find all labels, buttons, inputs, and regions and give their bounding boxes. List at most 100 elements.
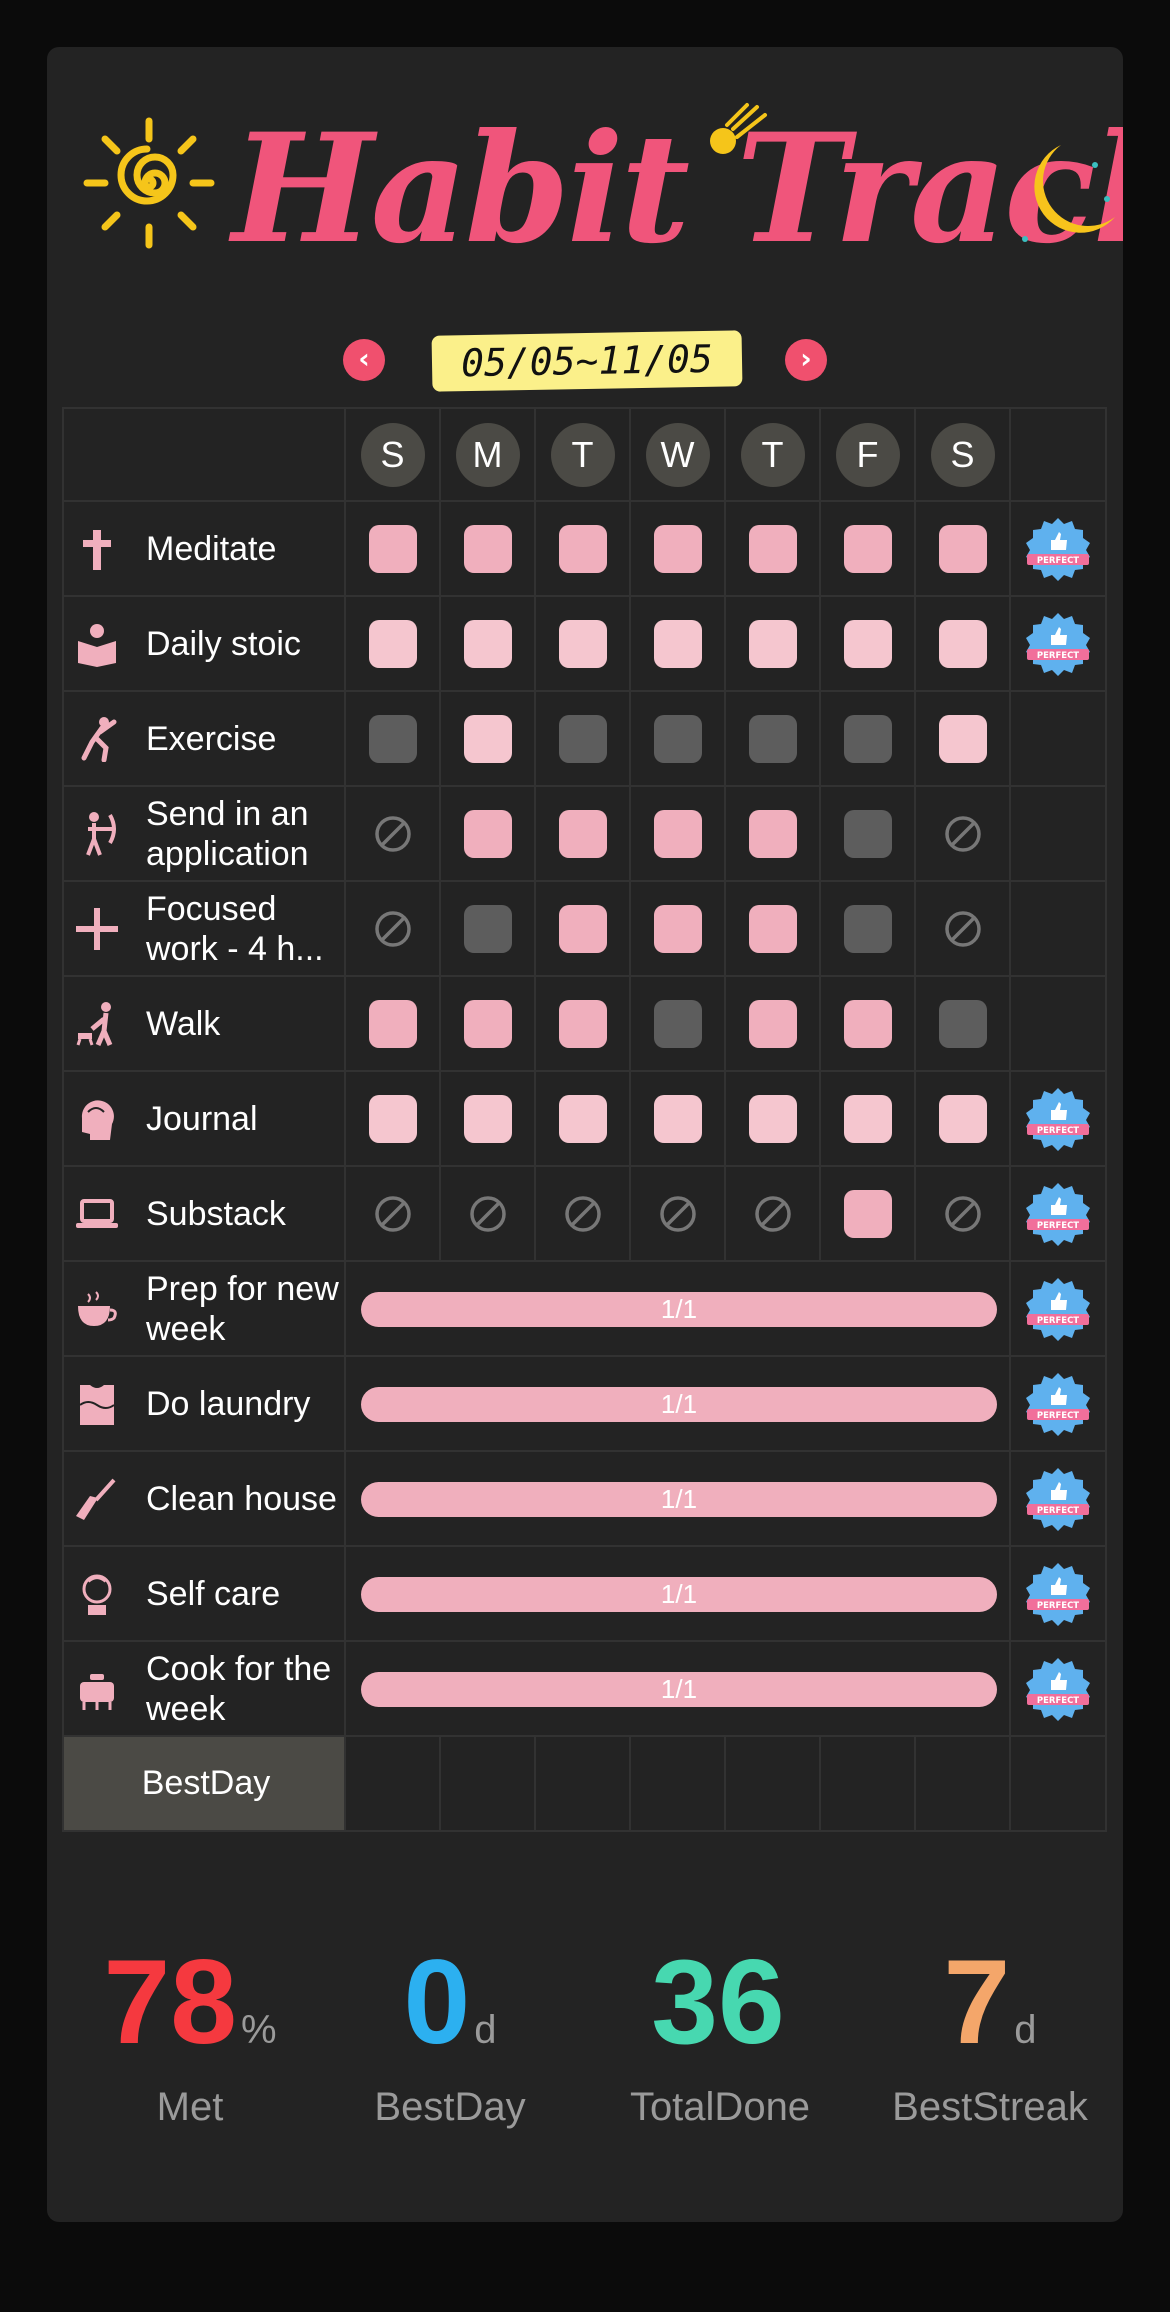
checkbox-empty[interactable]	[653, 999, 702, 1048]
habit-day-cell[interactable]	[536, 882, 631, 977]
progress-bar[interactable]: 1/1	[361, 1482, 997, 1517]
next-week-button[interactable]: ›	[785, 339, 827, 381]
checkbox-done[interactable]	[558, 524, 607, 573]
habit-day-cell[interactable]	[631, 597, 726, 692]
checkbox-done[interactable]	[463, 619, 512, 668]
checkbox-empty[interactable]	[463, 904, 512, 953]
habit-day-cell[interactable]	[916, 692, 1011, 787]
checkbox-done[interactable]	[368, 619, 417, 668]
habit-day-cell[interactable]	[821, 502, 916, 597]
checkbox-done[interactable]	[748, 904, 797, 953]
habit-day-cell[interactable]	[441, 977, 536, 1072]
checkbox-done[interactable]	[843, 999, 892, 1048]
checkbox-empty[interactable]	[748, 714, 797, 763]
checkbox-done[interactable]	[463, 1094, 512, 1143]
habit-day-cell[interactable]	[726, 692, 821, 787]
habit-day-cell[interactable]	[536, 692, 631, 787]
checkbox-empty[interactable]	[653, 714, 702, 763]
habit-day-cell[interactable]	[346, 597, 441, 692]
habit-name-cell[interactable]: Send in an application	[62, 787, 346, 882]
skip-icon[interactable]	[464, 1190, 512, 1238]
habit-day-cell[interactable]	[536, 597, 631, 692]
habit-day-cell[interactable]	[631, 977, 726, 1072]
checkbox-empty[interactable]	[843, 809, 892, 858]
habit-day-cell[interactable]	[441, 882, 536, 977]
checkbox-empty[interactable]	[558, 714, 607, 763]
habit-day-cell[interactable]	[631, 1167, 726, 1262]
habit-day-cell[interactable]	[441, 1167, 536, 1262]
habit-day-cell[interactable]	[631, 502, 726, 597]
habit-day-cell[interactable]	[821, 882, 916, 977]
checkbox-empty[interactable]	[843, 904, 892, 953]
checkbox-done[interactable]	[748, 619, 797, 668]
checkbox-done[interactable]	[653, 904, 702, 953]
checkbox-done[interactable]	[653, 1094, 702, 1143]
habit-day-cell[interactable]	[631, 1072, 726, 1167]
habit-day-cell[interactable]	[916, 977, 1011, 1072]
habit-progress-cell[interactable]: 1/1	[346, 1547, 1011, 1642]
habit-day-cell[interactable]	[726, 502, 821, 597]
habit-day-cell[interactable]	[726, 1072, 821, 1167]
progress-bar[interactable]: 1/1	[361, 1577, 997, 1612]
skip-icon[interactable]	[369, 810, 417, 858]
habit-name-cell[interactable]: Daily stoic	[62, 597, 346, 692]
habit-day-cell[interactable]	[821, 787, 916, 882]
habit-day-cell[interactable]	[441, 787, 536, 882]
checkbox-done[interactable]	[653, 809, 702, 858]
checkbox-done[interactable]	[653, 524, 702, 573]
progress-bar[interactable]: 1/1	[361, 1387, 997, 1422]
habit-name-cell[interactable]: Focused work - 4 h...	[62, 882, 346, 977]
habit-day-cell[interactable]	[631, 882, 726, 977]
checkbox-done[interactable]	[843, 524, 892, 573]
habit-name-cell[interactable]: Walk	[62, 977, 346, 1072]
skip-icon[interactable]	[369, 905, 417, 953]
habit-day-cell[interactable]	[916, 1072, 1011, 1167]
checkbox-done[interactable]	[938, 524, 987, 573]
checkbox-done[interactable]	[463, 999, 512, 1048]
skip-icon[interactable]	[749, 1190, 797, 1238]
checkbox-done[interactable]	[558, 619, 607, 668]
checkbox-done[interactable]	[748, 809, 797, 858]
habit-day-cell[interactable]	[536, 787, 631, 882]
habit-day-cell[interactable]	[726, 597, 821, 692]
habit-day-cell[interactable]	[346, 1167, 441, 1262]
checkbox-done[interactable]	[843, 1189, 892, 1238]
habit-day-cell[interactable]	[916, 882, 1011, 977]
habit-day-cell[interactable]	[536, 502, 631, 597]
habit-progress-cell[interactable]: 1/1	[346, 1262, 1011, 1357]
habit-day-cell[interactable]	[821, 1167, 916, 1262]
habit-name-cell[interactable]: Prep for new week	[62, 1262, 346, 1357]
habit-day-cell[interactable]	[916, 1167, 1011, 1262]
checkbox-done[interactable]	[843, 619, 892, 668]
habit-day-cell[interactable]	[726, 882, 821, 977]
habit-name-cell[interactable]: Clean house	[62, 1452, 346, 1547]
skip-icon[interactable]	[939, 1190, 987, 1238]
habit-name-cell[interactable]: Substack	[62, 1167, 346, 1262]
skip-icon[interactable]	[369, 1190, 417, 1238]
habit-day-cell[interactable]	[536, 977, 631, 1072]
habit-day-cell[interactable]	[821, 692, 916, 787]
habit-name-cell[interactable]: Cook for the week	[62, 1642, 346, 1737]
checkbox-done[interactable]	[368, 524, 417, 573]
habit-day-cell[interactable]	[916, 787, 1011, 882]
checkbox-empty[interactable]	[368, 714, 417, 763]
habit-day-cell[interactable]	[441, 692, 536, 787]
checkbox-done[interactable]	[463, 809, 512, 858]
habit-progress-cell[interactable]: 1/1	[346, 1357, 1011, 1452]
habit-day-cell[interactable]	[441, 1072, 536, 1167]
checkbox-done[interactable]	[558, 904, 607, 953]
checkbox-done[interactable]	[843, 1094, 892, 1143]
checkbox-done[interactable]	[558, 999, 607, 1048]
checkbox-done[interactable]	[748, 1094, 797, 1143]
habit-name-cell[interactable]: Self care	[62, 1547, 346, 1642]
habit-day-cell[interactable]	[346, 882, 441, 977]
habit-day-cell[interactable]	[821, 597, 916, 692]
habit-day-cell[interactable]	[536, 1167, 631, 1262]
checkbox-done[interactable]	[558, 1094, 607, 1143]
checkbox-done[interactable]	[368, 1094, 417, 1143]
habit-day-cell[interactable]	[821, 977, 916, 1072]
progress-bar[interactable]: 1/1	[361, 1672, 997, 1707]
habit-day-cell[interactable]	[346, 502, 441, 597]
habit-day-cell[interactable]	[346, 692, 441, 787]
checkbox-done[interactable]	[938, 619, 987, 668]
